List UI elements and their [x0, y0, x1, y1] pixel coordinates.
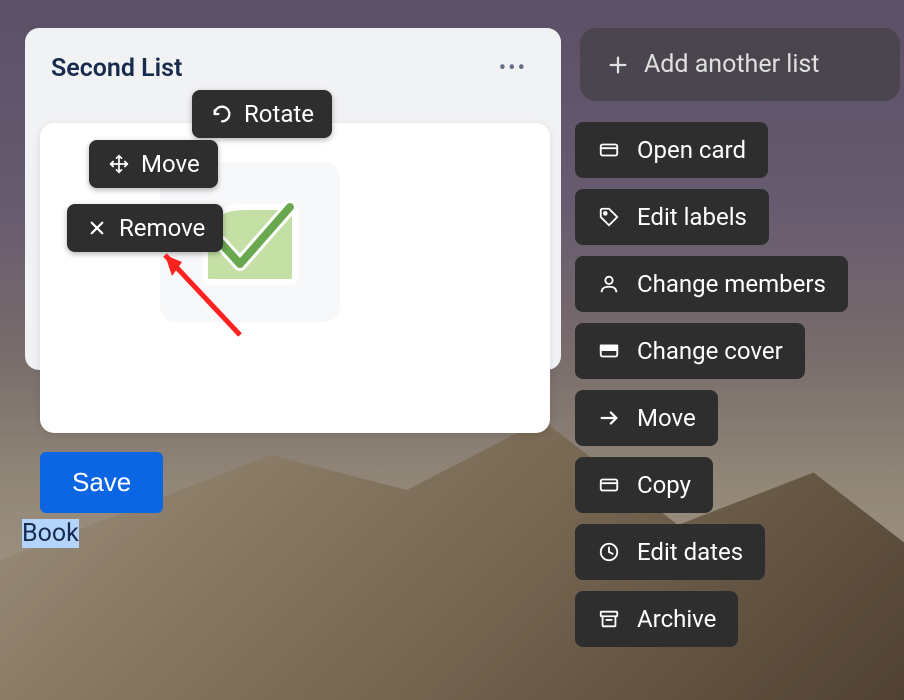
action-label: Edit dates	[637, 538, 743, 566]
rotate-sticker-button[interactable]: Rotate	[192, 90, 332, 138]
change-cover-button[interactable]: Change cover	[575, 323, 805, 379]
add-another-list-button[interactable]: Add another list	[580, 28, 900, 101]
move-sticker-button[interactable]: Move	[89, 140, 218, 188]
rotate-icon	[210, 102, 234, 126]
add-list-label: Add another list	[644, 50, 820, 79]
dates-icon	[597, 540, 621, 564]
edit-dates-button[interactable]: Edit dates	[575, 524, 765, 580]
move-icon	[597, 406, 621, 430]
card-icon	[597, 138, 621, 162]
save-button[interactable]: Save	[40, 452, 163, 513]
list-menu-button[interactable]: •••	[491, 52, 535, 85]
move-icon	[107, 152, 131, 176]
move-label: Move	[141, 150, 200, 178]
action-label: Archive	[637, 605, 716, 633]
move-card-button[interactable]: Move	[575, 390, 718, 446]
card-text[interactable]: Book	[22, 519, 79, 548]
copy-card-button[interactable]: Copy	[575, 457, 713, 513]
archive-icon	[597, 607, 621, 631]
remove-icon	[85, 216, 109, 240]
action-label: Move	[637, 404, 696, 432]
open-card-button[interactable]: Open card	[575, 122, 768, 178]
action-label: Open card	[637, 136, 746, 164]
card-action-menu: Open card Edit labels Change members Cha…	[575, 122, 848, 647]
change-members-button[interactable]: Change members	[575, 256, 848, 312]
action-label: Change cover	[637, 337, 783, 365]
list-title: Second List	[51, 54, 182, 83]
member-icon	[597, 272, 621, 296]
action-label: Change members	[637, 270, 826, 298]
cover-icon	[597, 339, 621, 363]
plus-icon	[606, 53, 630, 77]
remove-label: Remove	[119, 214, 205, 242]
rotate-label: Rotate	[244, 100, 314, 128]
remove-sticker-button[interactable]: Remove	[67, 204, 223, 252]
archive-card-button[interactable]: Archive	[575, 591, 738, 647]
action-label: Copy	[637, 471, 691, 499]
label-icon	[597, 205, 621, 229]
copy-icon	[597, 473, 621, 497]
edit-labels-button[interactable]: Edit labels	[575, 189, 769, 245]
action-label: Edit labels	[637, 203, 747, 231]
